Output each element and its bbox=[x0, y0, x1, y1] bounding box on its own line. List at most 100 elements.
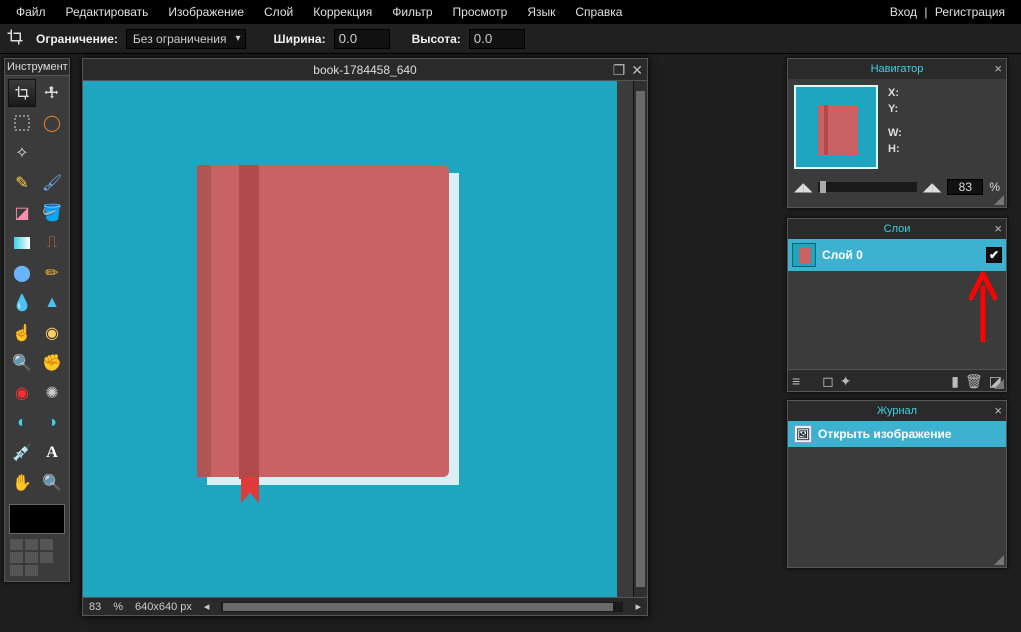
history-item[interactable]: 🖼 Открыть изображение bbox=[788, 421, 1006, 447]
auth-block: Вход | Регистрация bbox=[880, 5, 1015, 19]
sponge-tool[interactable]: ◉ bbox=[38, 319, 66, 347]
menu-edit[interactable]: Редактировать bbox=[56, 5, 159, 19]
nav-w-label: W: bbox=[888, 125, 902, 141]
layer-style-icon[interactable]: ✦ bbox=[840, 374, 852, 388]
open-image-icon: 🖼 bbox=[794, 425, 812, 443]
layers-panel: Слои × Слой 0 ✔ ≡ ◻ ✦ ▮ 🗑 ◪ bbox=[787, 218, 1007, 392]
menu-file[interactable]: Файл bbox=[6, 5, 56, 19]
document-titlebar[interactable]: book-1784458_640 ❐ ✕ bbox=[83, 59, 647, 81]
swatch-cell[interactable] bbox=[40, 539, 53, 550]
colorreplace-tool[interactable]: ⬤ bbox=[8, 259, 36, 287]
nav-h-label: H: bbox=[888, 141, 902, 157]
layers-toolbar: ≡ ◻ ✦ ▮ 🗑 ◪ bbox=[788, 369, 1006, 391]
hand-tool[interactable]: ✋ bbox=[8, 469, 36, 497]
swatch-cell[interactable] bbox=[25, 565, 38, 576]
close-icon[interactable]: × bbox=[994, 401, 1002, 421]
swatch-cell[interactable] bbox=[25, 552, 38, 563]
close-icon[interactable]: × bbox=[994, 219, 1002, 239]
layers-title: Слои bbox=[884, 223, 911, 235]
crop-tool[interactable] bbox=[8, 79, 36, 107]
close-icon[interactable]: ✕ bbox=[631, 63, 643, 77]
workspace: Инструмент ◯ ✧ ✎ 🖌 ◪ 🪣 ⎍ ⬤ ✏ 💧 ▲ ☝ ◉ 🔍 ✊… bbox=[0, 54, 1021, 632]
swatch-cell[interactable] bbox=[10, 565, 23, 576]
layer-name: Слой 0 bbox=[822, 248, 863, 262]
horizontal-scrollbar[interactable] bbox=[221, 602, 623, 612]
swatch-cell[interactable] bbox=[10, 539, 23, 550]
menu-lang[interactable]: Язык bbox=[517, 5, 565, 19]
menu-view[interactable]: Просмотр bbox=[443, 5, 518, 19]
swatch-cell[interactable] bbox=[40, 552, 53, 563]
zoom-value: 83 bbox=[89, 601, 101, 613]
redeye-tool[interactable]: ◉ bbox=[8, 379, 36, 407]
bucket-tool[interactable]: 🪣 bbox=[38, 199, 66, 227]
resize-handle[interactable] bbox=[994, 555, 1004, 565]
navigator-thumb[interactable] bbox=[794, 85, 878, 169]
lasso-tool[interactable]: ◯ bbox=[38, 109, 66, 137]
width-input[interactable] bbox=[334, 29, 390, 49]
type-tool[interactable]: A bbox=[38, 439, 66, 467]
document-title: book-1784458_640 bbox=[313, 63, 416, 77]
canvas-area bbox=[83, 81, 647, 597]
resize-handle[interactable] bbox=[994, 195, 1004, 205]
clone-tool[interactable]: ⎍ bbox=[38, 229, 66, 257]
bloat-tool[interactable]: ◐ bbox=[8, 409, 36, 437]
menu-image[interactable]: Изображение bbox=[158, 5, 254, 19]
zoom-tool[interactable]: 🔍 bbox=[38, 469, 66, 497]
smudge-tool[interactable]: ☝ bbox=[8, 319, 36, 347]
blur-tool[interactable]: 💧 bbox=[8, 289, 36, 317]
color-swatch[interactable] bbox=[9, 504, 65, 534]
menu-help[interactable]: Справка bbox=[565, 5, 632, 19]
zoom-slider[interactable] bbox=[818, 182, 916, 192]
menu-layer[interactable]: Слой bbox=[254, 5, 303, 19]
swatch-cell[interactable] bbox=[10, 552, 23, 563]
canvas[interactable] bbox=[83, 81, 633, 597]
history-panel: Журнал × 🖼 Открыть изображение bbox=[787, 400, 1007, 568]
draw-tool[interactable]: ✏ bbox=[38, 259, 66, 287]
menu-filter[interactable]: Фильтр bbox=[382, 5, 442, 19]
spotheal-tool[interactable]: ✺ bbox=[38, 379, 66, 407]
layer-visibility-checkbox[interactable]: ✔ bbox=[986, 247, 1002, 263]
swatch-grid bbox=[9, 538, 65, 577]
history-item-label: Открыть изображение bbox=[818, 427, 952, 441]
brush-tool[interactable]: 🖌 bbox=[38, 169, 66, 197]
layer-row[interactable]: Слой 0 ✔ bbox=[788, 239, 1006, 271]
layer-settings-icon[interactable]: ≡ bbox=[792, 374, 800, 388]
nav-y-label: Y: bbox=[888, 101, 902, 117]
navigator-title: Навигатор bbox=[871, 63, 924, 75]
register-link[interactable]: Регистрация bbox=[935, 5, 1005, 19]
document-window: book-1784458_640 ❐ ✕ 83 % bbox=[82, 58, 648, 616]
nav-x-label: X: bbox=[888, 85, 902, 101]
gradient-tool[interactable] bbox=[8, 229, 36, 257]
height-label: Высота: bbox=[412, 32, 461, 46]
resize-handle[interactable] bbox=[994, 379, 1004, 389]
vertical-scrollbar[interactable] bbox=[633, 81, 647, 597]
move-tool[interactable] bbox=[38, 79, 66, 107]
delete-layer-icon[interactable]: 🗑 bbox=[965, 374, 983, 388]
pencil-tool[interactable]: ✎ bbox=[8, 169, 36, 197]
eraser-tool[interactable]: ◪ bbox=[8, 199, 36, 227]
swatch-cell[interactable] bbox=[25, 539, 38, 550]
nav-zoom-value[interactable]: 83 bbox=[947, 179, 983, 195]
pinch-tool[interactable]: ◑ bbox=[38, 409, 66, 437]
constraint-select[interactable]: Без ограничения bbox=[126, 29, 246, 49]
new-layer-icon[interactable]: ▮ bbox=[951, 374, 959, 388]
layer-mask-icon[interactable]: ◻ bbox=[822, 374, 834, 388]
history-title: Журнал bbox=[877, 405, 917, 417]
menu-adjust[interactable]: Коррекция bbox=[303, 5, 382, 19]
tool-panel: Инструмент ◯ ✧ ✎ 🖌 ◪ 🪣 ⎍ ⬤ ✏ 💧 ▲ ☝ ◉ 🔍 ✊… bbox=[4, 58, 70, 582]
options-bar: Ограничение: Без ограничения Ширина: Выс… bbox=[0, 24, 1021, 54]
close-icon[interactable]: × bbox=[994, 59, 1002, 79]
dodge-tool[interactable]: 🔍 bbox=[8, 349, 36, 377]
marquee-tool[interactable] bbox=[8, 109, 36, 137]
login-link[interactable]: Вход bbox=[890, 5, 917, 19]
navigator-info: X: Y: W: H: bbox=[888, 85, 902, 169]
wand-tool[interactable]: ✧ bbox=[8, 139, 36, 167]
constraint-label: Ограничение: bbox=[36, 32, 118, 46]
burn-tool[interactable]: ✊ bbox=[38, 349, 66, 377]
restore-icon[interactable]: ❐ bbox=[613, 63, 626, 77]
picker-tool[interactable]: 💉 bbox=[8, 439, 36, 467]
height-input[interactable] bbox=[469, 29, 525, 49]
zoom-in-icon[interactable]: ◢◣ bbox=[923, 180, 941, 194]
zoom-out-icon[interactable]: ◢◣ bbox=[794, 180, 812, 194]
sharpen-tool[interactable]: ▲ bbox=[38, 289, 66, 317]
